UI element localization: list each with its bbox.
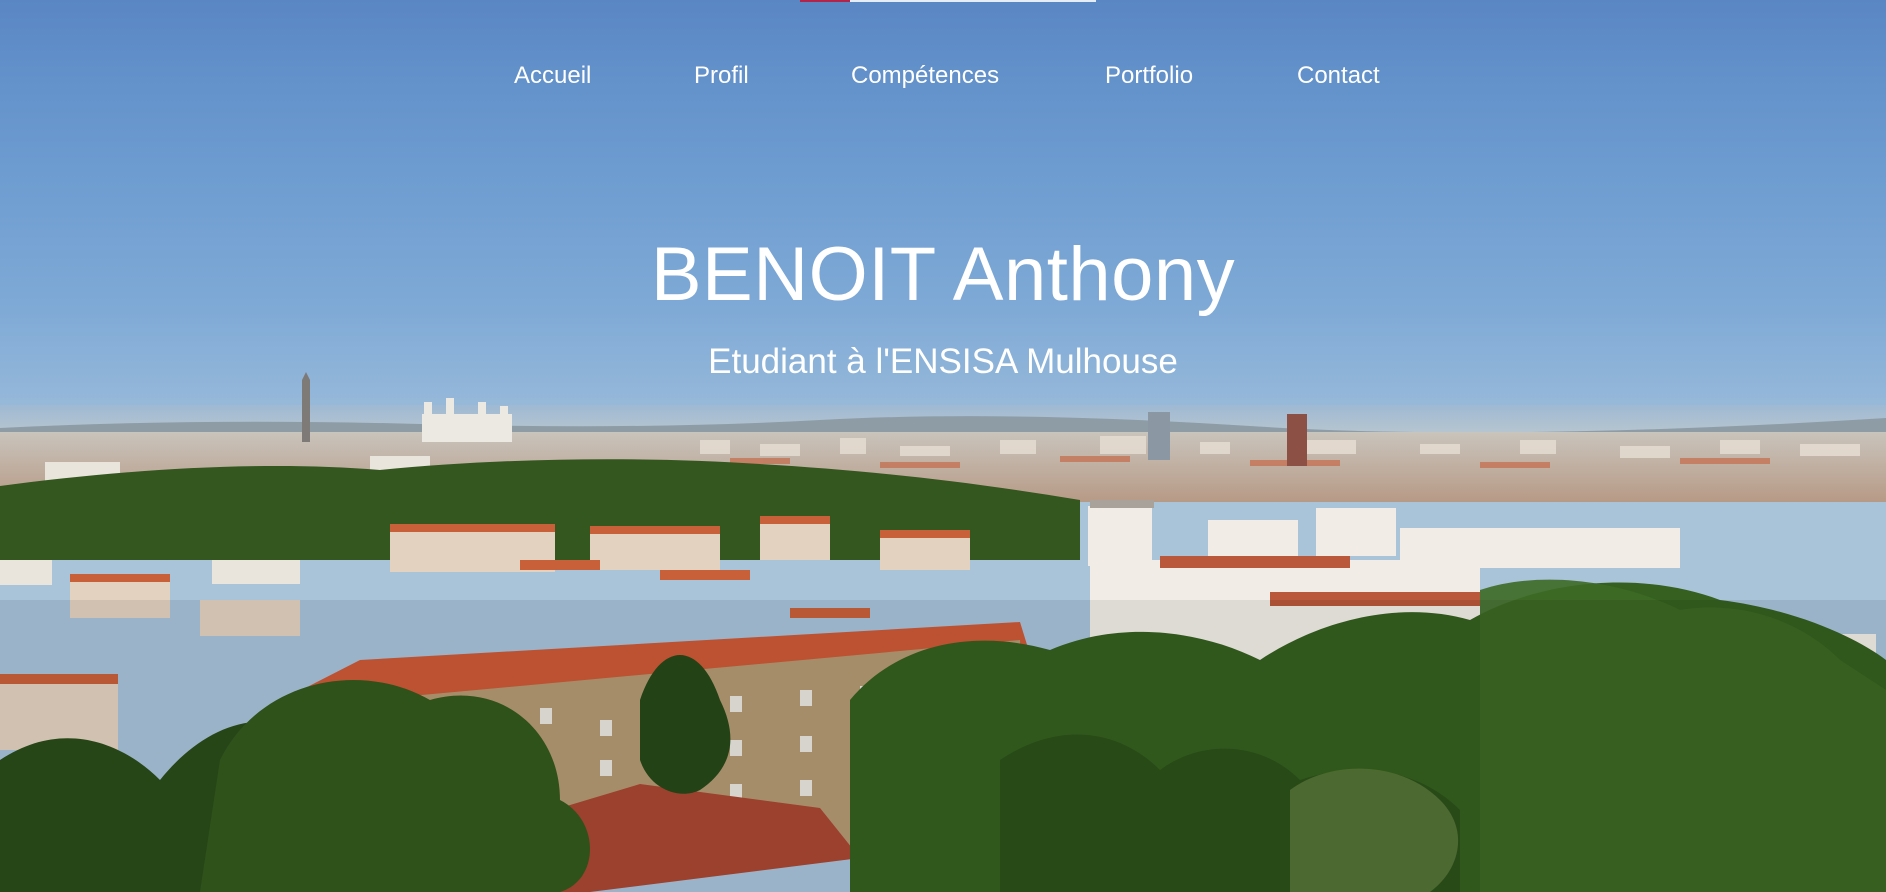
nav-link-competences[interactable]: Compétences: [851, 58, 999, 94]
city-panorama-background: [0, 372, 1886, 892]
nav-link-accueil[interactable]: Accueil: [514, 58, 591, 94]
scroll-progress-fill: [800, 0, 851, 2]
nav-link-portfolio[interactable]: Portfolio: [1105, 58, 1193, 94]
page-title: BENOIT Anthony: [650, 232, 1236, 317]
hero-section: Accueil Profil Compétences Portfolio Con…: [0, 0, 1886, 892]
scroll-progress-bar: [800, 0, 1096, 2]
main-navigation: Accueil Profil Compétences Portfolio Con…: [0, 58, 1886, 94]
nav-link-contact[interactable]: Contact: [1297, 58, 1380, 94]
page-subtitle: Etudiant à l'ENSISA Mulhouse: [708, 342, 1178, 381]
nav-link-profil[interactable]: Profil: [694, 58, 749, 94]
